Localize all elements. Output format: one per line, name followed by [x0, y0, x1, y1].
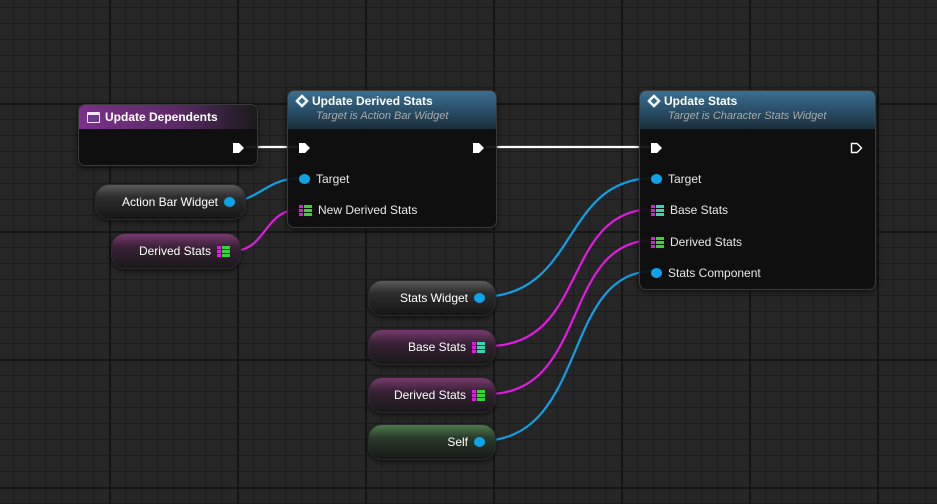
exec-out-pin[interactable] [232, 142, 245, 154]
pin-new-derived-stats[interactable]: New Derived Stats [299, 203, 417, 217]
struct-pin-icon[interactable] [217, 245, 230, 257]
var-action-bar-widget[interactable]: Action Bar Widget [95, 184, 246, 220]
wire-self-stats-component[interactable] [479, 269, 655, 443]
wire-base-stats[interactable] [487, 207, 655, 348]
var-self[interactable]: Self [368, 424, 496, 460]
object-pin-icon[interactable] [651, 268, 662, 278]
var-label: Stats Widget [399, 291, 468, 305]
var-label: Base Stats [407, 340, 466, 354]
pin-label: Target [668, 172, 702, 186]
function-node-icon [295, 94, 309, 108]
wire-stats-widget-target[interactable] [479, 176, 655, 299]
node-header: Update Dependents [79, 105, 257, 129]
node-title: Update Stats [664, 94, 738, 108]
struct-pin-icon[interactable] [472, 341, 485, 353]
object-pin-icon[interactable] [474, 293, 485, 303]
var-label: Action Bar Widget [121, 195, 218, 209]
node-subtitle: Target is Character Stats Widget [668, 110, 827, 122]
node-title: Update Dependents [105, 110, 218, 124]
exec-out-pin[interactable] [472, 142, 485, 154]
object-pin-icon[interactable] [651, 174, 662, 184]
pin-target[interactable]: Target [651, 172, 701, 186]
node-header: Update Derived Stats Target is Action Ba… [288, 91, 496, 129]
node-subtitle: Target is Action Bar Widget [316, 110, 449, 122]
pin-label: Base Stats [670, 203, 729, 217]
var-label: Self [447, 435, 468, 449]
pin-target[interactable]: Target [299, 172, 349, 186]
exec-in-pin[interactable] [650, 142, 663, 154]
struct-pin-icon[interactable] [299, 204, 312, 216]
pin-base-stats[interactable]: Base Stats [651, 203, 728, 217]
pin-label: New Derived Stats [318, 203, 418, 217]
pin-label: Target [316, 172, 350, 186]
node-header: Update Stats Target is Character Stats W… [640, 91, 875, 129]
pin-label: Stats Component [668, 266, 761, 280]
var-label: Derived Stats [393, 388, 466, 402]
node-title: Update Derived Stats [312, 94, 433, 108]
node-update-stats[interactable]: Update Stats Target is Character Stats W… [639, 90, 876, 290]
pin-stats-component[interactable]: Stats Component [651, 266, 761, 280]
exec-out-pin[interactable] [850, 142, 863, 154]
struct-pin-icon[interactable] [651, 204, 664, 216]
object-pin-icon[interactable] [299, 174, 310, 184]
wire-derived-stats-2[interactable] [487, 238, 655, 396]
node-update-derived-stats[interactable]: Update Derived Stats Target is Action Ba… [287, 90, 497, 228]
var-stats-widget[interactable]: Stats Widget [368, 280, 496, 316]
pin-label: Derived Stats [670, 235, 743, 249]
object-pin-icon[interactable] [224, 197, 235, 207]
var-derived-stats[interactable]: Derived Stats [368, 377, 496, 413]
struct-pin-icon[interactable] [651, 236, 664, 248]
function-node-icon [647, 94, 661, 108]
var-label: Derived Stats [138, 244, 211, 258]
var-base-stats[interactable]: Base Stats [368, 329, 496, 365]
pin-derived-stats[interactable]: Derived Stats [651, 235, 742, 249]
struct-pin-icon[interactable] [472, 389, 485, 401]
event-node-icon [87, 111, 100, 123]
var-derived-stats[interactable]: Derived Stats [111, 233, 241, 269]
object-pin-icon[interactable] [474, 437, 485, 447]
exec-in-pin[interactable] [298, 142, 311, 154]
node-update-dependents[interactable]: Update Dependents [78, 104, 258, 166]
